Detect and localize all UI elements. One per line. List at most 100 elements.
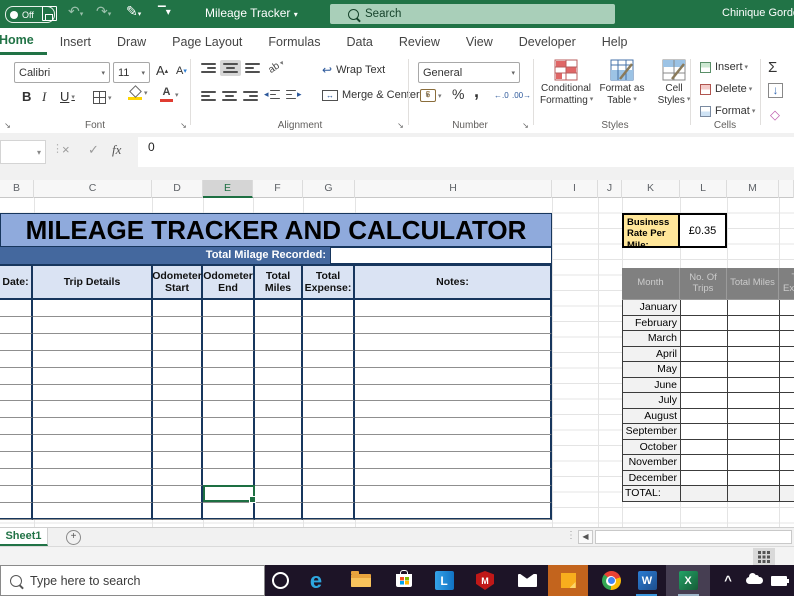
- summary-value-cell[interactable]: [681, 409, 728, 425]
- table-cell[interactable]: [203, 334, 255, 351]
- column-header-partial[interactable]: [779, 180, 794, 198]
- undo-icon[interactable]: ↶▾: [68, 3, 83, 20]
- table-cell[interactable]: [33, 368, 153, 385]
- table-cell[interactable]: [303, 401, 355, 418]
- table-cell[interactable]: [255, 300, 303, 317]
- quick-access-toolbar-icon[interactable]: ▔▾: [158, 7, 171, 18]
- table-cell[interactable]: [33, 418, 153, 435]
- column-header-H[interactable]: H: [355, 180, 552, 198]
- summary-value-cell[interactable]: [681, 331, 728, 347]
- summary-total-cell[interactable]: [681, 486, 728, 502]
- table-cell[interactable]: [355, 368, 552, 385]
- table-cell[interactable]: [355, 300, 552, 317]
- table-cell[interactable]: [303, 469, 355, 486]
- summary-value-cell[interactable]: [728, 347, 780, 363]
- table-cell[interactable]: [153, 368, 203, 385]
- font-color-icon[interactable]: A: [160, 87, 179, 102]
- summary-value-cell[interactable]: [681, 378, 728, 394]
- summary-value-cell[interactable]: [728, 362, 780, 378]
- business-rate-value[interactable]: £0.35: [680, 215, 725, 246]
- mcafee-icon[interactable]: M: [472, 565, 498, 596]
- summary-value-cell[interactable]: [681, 362, 728, 378]
- table-cell[interactable]: [0, 486, 33, 503]
- table-cell[interactable]: [33, 317, 153, 334]
- name-box[interactable]: ▾: [0, 140, 46, 164]
- summary-value-cell[interactable]: [780, 440, 794, 456]
- word-icon[interactable]: W: [634, 565, 660, 596]
- summary-total-cell[interactable]: [780, 486, 794, 502]
- selected-cell[interactable]: [203, 485, 255, 502]
- summary-value-cell[interactable]: [728, 455, 780, 471]
- sheet-tab-sheet1[interactable]: Sheet1: [0, 528, 48, 546]
- table-cell[interactable]: [153, 486, 203, 503]
- decrease-font-icon[interactable]: A▾: [176, 65, 187, 77]
- table-cell[interactable]: [203, 418, 255, 435]
- summary-value-cell[interactable]: [728, 471, 780, 487]
- bottom-align-icon[interactable]: [245, 63, 260, 73]
- table-cell[interactable]: [203, 503, 255, 520]
- table-cell[interactable]: [0, 300, 33, 317]
- decrease-decimal-icon[interactable]: .00→: [512, 91, 531, 100]
- table-cell[interactable]: [303, 452, 355, 469]
- table-cell[interactable]: [355, 385, 552, 402]
- tab-home[interactable]: Home: [0, 28, 47, 55]
- summary-body[interactable]: JanuaryFebruaryMarchAprilMayJuneJulyAugu…: [622, 300, 794, 486]
- table-cell[interactable]: [303, 334, 355, 351]
- comma-style-icon[interactable]: ,: [474, 81, 479, 102]
- column-header-C[interactable]: C: [34, 180, 152, 198]
- table-cell[interactable]: [303, 486, 355, 503]
- fill-icon[interactable]: ↓: [768, 83, 783, 98]
- table-cell[interactable]: [33, 469, 153, 486]
- merge-center-button[interactable]: ↔ Merge & Center: [322, 89, 429, 101]
- table-cell[interactable]: [0, 334, 33, 351]
- table-cell[interactable]: [0, 368, 33, 385]
- table-cell[interactable]: [355, 351, 552, 368]
- table-cell[interactable]: [153, 401, 203, 418]
- cancel-icon[interactable]: ×: [62, 142, 70, 157]
- table-cell[interactable]: [203, 435, 255, 452]
- formula-input[interactable]: 0: [138, 137, 794, 167]
- table-cell[interactable]: [303, 351, 355, 368]
- summary-value-cell[interactable]: [780, 378, 794, 394]
- summary-value-cell[interactable]: [728, 440, 780, 456]
- summary-value-cell[interactable]: [681, 300, 728, 316]
- summary-value-cell[interactable]: [728, 316, 780, 332]
- account-name[interactable]: Chinique Gordo: [722, 7, 794, 19]
- table-cell[interactable]: [355, 452, 552, 469]
- summary-value-cell[interactable]: [728, 393, 780, 409]
- number-dialog-launcher-icon[interactable]: ↘: [521, 121, 530, 130]
- horizontal-scrollbar[interactable]: [595, 530, 792, 544]
- tray-chevron-up-icon[interactable]: ^: [718, 565, 738, 596]
- table-cell[interactable]: [0, 469, 33, 486]
- scrollbar-grip[interactable]: ⋮: [566, 530, 576, 541]
- summary-value-cell[interactable]: [681, 347, 728, 363]
- normal-view-button[interactable]: [753, 548, 775, 565]
- italic-button[interactable]: I: [42, 89, 46, 105]
- summary-value-cell[interactable]: [681, 471, 728, 487]
- summary-value-cell[interactable]: [780, 393, 794, 409]
- increase-indent-icon[interactable]: ▸: [286, 89, 302, 100]
- table-cell[interactable]: [33, 503, 153, 520]
- table-cell[interactable]: [153, 418, 203, 435]
- table-cell[interactable]: [153, 452, 203, 469]
- tab-help[interactable]: Help: [589, 28, 641, 55]
- bold-button[interactable]: B: [22, 89, 31, 104]
- sticky-notes-icon[interactable]: [548, 565, 588, 596]
- scroll-left-icon[interactable]: ◀: [578, 530, 593, 544]
- l-app-icon[interactable]: L: [431, 565, 457, 596]
- orientation-icon[interactable]: ab: [266, 57, 286, 76]
- battery-icon[interactable]: [768, 565, 790, 596]
- column-header-L[interactable]: L: [680, 180, 727, 198]
- tab-data[interactable]: Data: [333, 28, 385, 55]
- store-icon[interactable]: [391, 565, 417, 596]
- table-cell[interactable]: [355, 317, 552, 334]
- accounting-format-icon[interactable]: $: [420, 89, 442, 102]
- summary-value-cell[interactable]: [780, 362, 794, 378]
- column-header-F[interactable]: F: [253, 180, 303, 198]
- table-cell[interactable]: [203, 351, 255, 368]
- summary-value-cell[interactable]: [681, 393, 728, 409]
- enter-icon[interactable]: ✓: [88, 142, 99, 158]
- summary-value-cell[interactable]: [780, 455, 794, 471]
- summary-value-cell[interactable]: [728, 331, 780, 347]
- tab-view[interactable]: View: [453, 28, 506, 55]
